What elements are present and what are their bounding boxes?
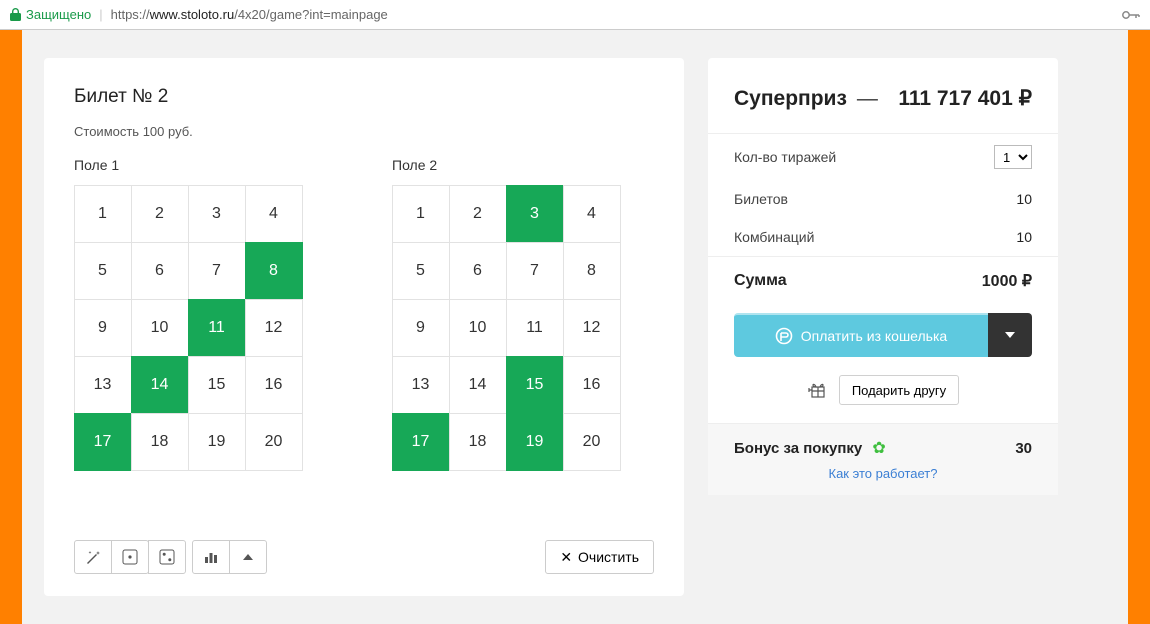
number-cell-3[interactable]: 3 <box>506 185 564 243</box>
combos-label: Комбинаций <box>734 229 814 245</box>
number-cell-12[interactable]: 12 <box>563 299 621 357</box>
pay-label: Оплатить из кошелька <box>801 328 947 344</box>
number-cell-6[interactable]: 6 <box>131 242 189 300</box>
clover-icon: ✿ <box>872 440 885 457</box>
number-cell-7[interactable]: 7 <box>188 242 246 300</box>
close-icon: ✕ <box>560 549 572 566</box>
gift-button[interactable]: Подарить другу <box>839 375 959 405</box>
number-cell-1[interactable]: 1 <box>74 185 132 243</box>
number-cell-15[interactable]: 15 <box>506 356 564 414</box>
number-cell-4[interactable]: 4 <box>563 185 621 243</box>
number-cell-13[interactable]: 13 <box>74 356 132 414</box>
die-two-button[interactable] <box>148 540 186 574</box>
sum-value: 1000 ₽ <box>982 271 1032 291</box>
number-cell-15[interactable]: 15 <box>188 356 246 414</box>
combos-row: Комбинаций 10 <box>734 218 1032 256</box>
field2-label: Поле 2 <box>392 157 620 173</box>
number-cell-18[interactable]: 18 <box>449 413 507 471</box>
ticket-title: Билет № 2 <box>74 86 654 108</box>
number-cell-2[interactable]: 2 <box>449 185 507 243</box>
die-one-button[interactable] <box>111 540 149 574</box>
url-text[interactable]: https://www.stoloto.ru/4x20/game?int=mai… <box>111 7 388 22</box>
field-2: Поле 2 1234567891011121314151617181920 <box>392 157 620 470</box>
left-accent-bar <box>0 30 22 624</box>
lock-icon <box>10 8 21 21</box>
number-cell-10[interactable]: 10 <box>131 299 189 357</box>
tickets-row: Билетов 10 <box>734 180 1032 218</box>
browser-address-bar: Защищено | https://www.stoloto.ru/4x20/g… <box>0 0 1150 30</box>
separator: | <box>99 7 102 22</box>
bars-button[interactable] <box>192 540 230 574</box>
number-cell-9[interactable]: 9 <box>392 299 450 357</box>
secure-badge: Защищено <box>10 7 91 22</box>
draws-row: Кол-во тиражей 1 <box>734 134 1032 180</box>
pay-button[interactable]: Оплатить из кошелька <box>734 313 988 357</box>
sum-label: Сумма <box>734 272 787 290</box>
number-cell-3[interactable]: 3 <box>188 185 246 243</box>
random-group <box>74 540 186 574</box>
tickets-value: 10 <box>1016 191 1032 207</box>
number-cell-5[interactable]: 5 <box>392 242 450 300</box>
superprize-label: Суперприз <box>734 87 847 111</box>
draws-label: Кол-во тиражей <box>734 149 836 165</box>
superprize-row: Суперприз — 111 717 401 ₽ <box>734 86 1032 111</box>
clear-button[interactable]: ✕ Очистить <box>545 540 654 574</box>
number-cell-17[interactable]: 17 <box>74 413 132 471</box>
gift-row: Подарить другу <box>734 375 1032 405</box>
number-cell-9[interactable]: 9 <box>74 299 132 357</box>
summary-card: Суперприз — 111 717 401 ₽ Кол-во тиражей… <box>708 58 1058 495</box>
ticket-cost: Стоимость 100 руб. <box>74 124 654 139</box>
number-cell-11[interactable]: 11 <box>506 299 564 357</box>
number-cell-1[interactable]: 1 <box>392 185 450 243</box>
number-cell-7[interactable]: 7 <box>506 242 564 300</box>
right-accent-bar <box>1128 30 1150 624</box>
number-cell-6[interactable]: 6 <box>449 242 507 300</box>
combos-value: 10 <box>1016 229 1032 245</box>
number-cell-14[interactable]: 14 <box>449 356 507 414</box>
number-cell-8[interactable]: 8 <box>563 242 621 300</box>
secure-label: Защищено <box>26 7 91 22</box>
number-grid-2: 1234567891011121314151617181920 <box>392 185 620 470</box>
number-cell-4[interactable]: 4 <box>245 185 303 243</box>
magic-wand-button[interactable] <box>74 540 112 574</box>
number-cell-20[interactable]: 20 <box>245 413 303 471</box>
bonus-block: Бонус за покупку ✿ 30 Как это работает? <box>708 423 1058 495</box>
chevron-down-icon <box>1005 332 1015 338</box>
number-cell-11[interactable]: 11 <box>188 299 246 357</box>
number-cell-19[interactable]: 19 <box>188 413 246 471</box>
number-cell-12[interactable]: 12 <box>245 299 303 357</box>
ticket-toolbar: ✕ Очистить <box>74 540 654 574</box>
draws-select[interactable]: 1 <box>994 145 1032 169</box>
key-icon[interactable] <box>1122 10 1140 20</box>
number-cell-2[interactable]: 2 <box>131 185 189 243</box>
sum-row: Сумма 1000 ₽ <box>734 257 1032 305</box>
number-cell-18[interactable]: 18 <box>131 413 189 471</box>
superprize-value: 111 717 401 ₽ <box>898 86 1032 111</box>
number-cell-10[interactable]: 10 <box>449 299 507 357</box>
number-cell-20[interactable]: 20 <box>563 413 621 471</box>
clear-label: Очистить <box>578 549 639 565</box>
bonus-value: 30 <box>1015 440 1032 457</box>
number-cell-14[interactable]: 14 <box>131 356 189 414</box>
number-cell-5[interactable]: 5 <box>74 242 132 300</box>
number-cell-13[interactable]: 13 <box>392 356 450 414</box>
field1-label: Поле 1 <box>74 157 302 173</box>
stats-group <box>192 540 267 574</box>
number-cell-8[interactable]: 8 <box>245 242 303 300</box>
expand-up-button[interactable] <box>229 540 267 574</box>
pay-row: Оплатить из кошелька <box>734 313 1032 357</box>
tickets-label: Билетов <box>734 191 788 207</box>
gift-icon <box>807 382 827 398</box>
number-cell-17[interactable]: 17 <box>392 413 450 471</box>
how-it-works-link[interactable]: Как это работает? <box>734 466 1032 481</box>
number-cell-16[interactable]: 16 <box>245 356 303 414</box>
pay-dropdown-button[interactable] <box>988 313 1032 357</box>
wallet-icon <box>775 327 793 345</box>
number-grid-1: 1234567891011121314151617181920 <box>74 185 302 470</box>
number-cell-19[interactable]: 19 <box>506 413 564 471</box>
ticket-card: Билет № 2 Стоимость 100 руб. Поле 1 1234… <box>44 58 684 596</box>
number-cell-16[interactable]: 16 <box>563 356 621 414</box>
bonus-label: Бонус за покупку <box>734 440 862 457</box>
field-1: Поле 1 1234567891011121314151617181920 <box>74 157 302 470</box>
